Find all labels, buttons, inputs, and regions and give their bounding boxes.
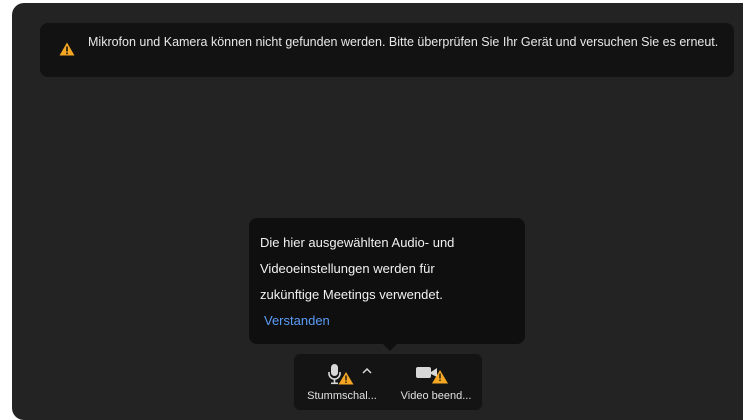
tooltip-line-2: Videoeinstellungen werden für xyxy=(260,261,435,276)
warning-icon xyxy=(59,42,75,56)
chevron-up-icon[interactable] xyxy=(360,364,374,378)
camera-warning-icon xyxy=(416,367,448,384)
tooltip-line-3: zukünftige Meetings verwendet. xyxy=(260,287,443,302)
mute-button[interactable]: Stummschal... xyxy=(294,354,390,410)
tooltip-line-1: Die hier ausgewählten Audio- und xyxy=(260,235,455,250)
stop-video-button[interactable]: Video beend... xyxy=(390,354,482,410)
tooltip-arrow xyxy=(382,343,398,351)
video-label: Video beend... xyxy=(400,390,472,402)
acknowledge-link[interactable]: Verstanden xyxy=(264,312,330,330)
microphone-warning-icon xyxy=(328,364,354,385)
app-window: Mikrofon und Kamera können nicht gefunde… xyxy=(0,0,743,420)
device-warning-banner: Mikrofon und Kamera können nicht gefunde… xyxy=(40,23,734,77)
meeting-preview: Mikrofon und Kamera können nicht gefunde… xyxy=(12,3,743,420)
meeting-toolbar: Stummschal... Video beend... xyxy=(294,354,482,410)
settings-tooltip: Die hier ausgewählten Audio- und Videoei… xyxy=(249,218,525,351)
banner-message: Mikrofon und Kamera können nicht gefunde… xyxy=(88,35,719,49)
mute-label: Stummschal... xyxy=(307,390,377,402)
